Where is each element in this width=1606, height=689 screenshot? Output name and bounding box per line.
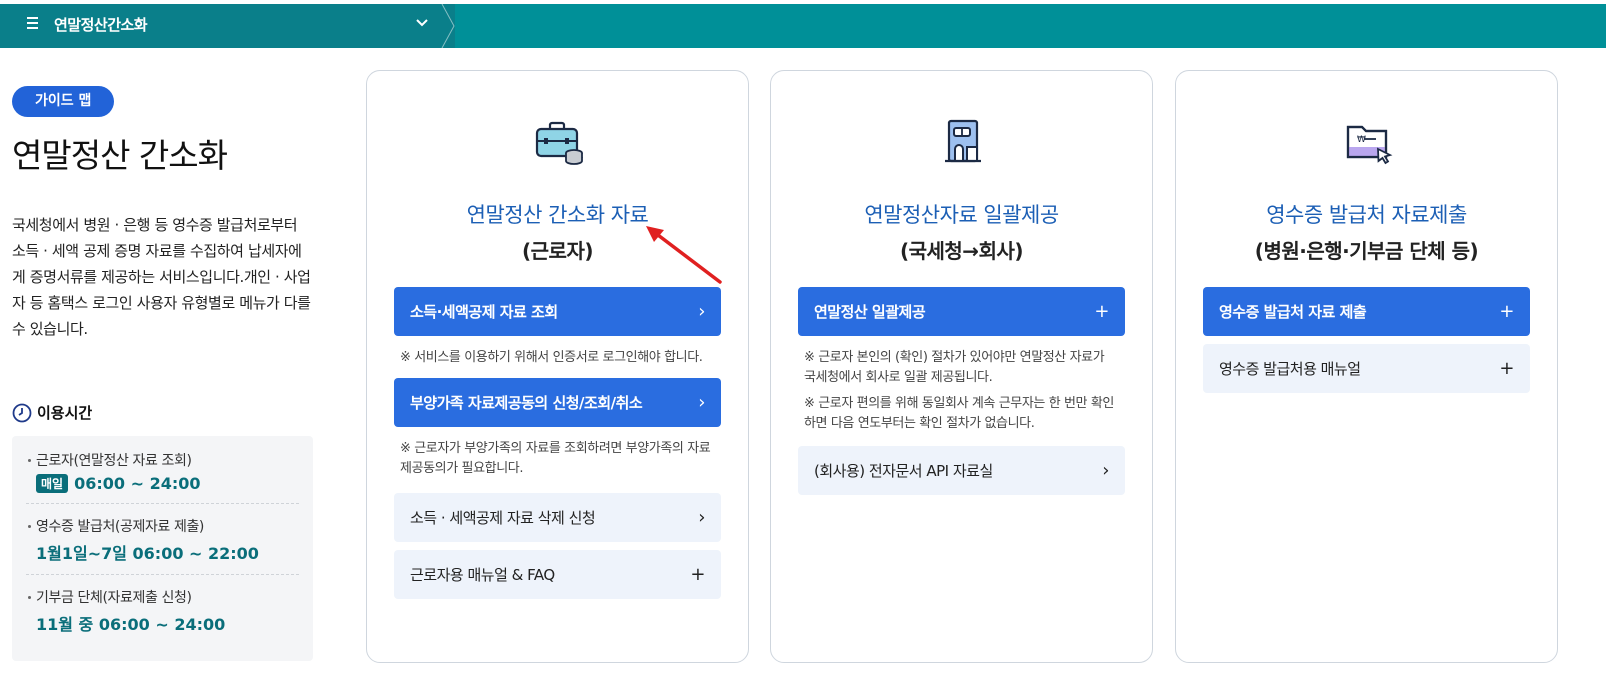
dependent-consent-button[interactable]: 부양가족 자료제공동의 신청/조회/취소 › — [394, 378, 721, 427]
employee-manual-faq-button[interactable]: 근로자용 매뉴얼 & FAQ + — [394, 550, 721, 599]
usage-item: 영수증 발급처(공제자료 제출) 1월1일~7일 06:00 ~ 22:00 — [26, 516, 299, 575]
data-deletion-request-button[interactable]: 소득 · 세액공제 자료 삭제 신청 › — [394, 493, 721, 542]
button-label: 영수증 발급처용 매뉴얼 — [1219, 360, 1361, 378]
button-label: 소득 · 세액공제 자료 삭제 신청 — [410, 509, 596, 527]
continuous-employee-notice: ※ 근로자 편의를 위해 동일회사 계속 근무자는 한 번만 확인하면 다음 연… — [804, 396, 1114, 431]
chevron-right-icon: › — [698, 391, 705, 413]
usage-time-box: 근로자(연말정산 자료 조회) 매일 06:00 ~ 24:00 영수증 발급처… — [12, 436, 313, 661]
page-title: 연말정산 간소화 — [12, 136, 228, 175]
usage-item-label: 기부금 단체(자료제출 신청) — [36, 590, 192, 606]
usage-time-label: 이용시간 — [37, 404, 93, 422]
confirmation-notice: ※ 근로자 본인의 (확인) 절차가 있어야만 연말정산 자료가 국세청에서 회… — [804, 350, 1105, 385]
breadcrumb-separator — [438, 4, 455, 48]
button-label: 소득·세액공제 자료 조회 — [410, 303, 558, 321]
guide-panel: 가이드 맵 연말정산 간소화 국세청에서 병원 · 은행 등 영수증 발급처로부… — [12, 86, 322, 661]
usage-item-time: 1월1일~7일 06:00 ~ 22:00 — [36, 540, 299, 564]
usage-item-time: 매일 06:00 ~ 24:00 — [36, 474, 299, 493]
breadcrumb-title[interactable]: 연말정산간소화 — [54, 14, 148, 35]
folder-cursor-icon: ₩ — [1346, 125, 1392, 165]
api-library-button[interactable]: (회사용) 전자문서 API 자료실 › — [798, 446, 1125, 495]
hamburger-menu-icon[interactable] — [27, 17, 38, 29]
chevron-right-icon: › — [1102, 459, 1109, 481]
briefcase-coins-icon — [535, 121, 583, 165]
card-bulk-provision: 연말정산자료 일괄제공 (국세청→회사) 연말정산 일괄제공 + ※ 근로자 본… — [770, 70, 1153, 663]
service-description: 국세청에서 병원 · 은행 등 영수증 발급처로부터 소득 · 세액 공제 증명… — [12, 216, 311, 338]
guide-map-badge: 가이드 맵 — [12, 86, 115, 117]
chevron-right-icon: › — [698, 300, 705, 322]
plus-icon: + — [1499, 357, 1514, 379]
usage-time-heading: 이용시간 — [12, 402, 92, 423]
plus-icon: + — [1094, 300, 1109, 322]
building-icon — [944, 119, 981, 163]
usage-item-label: 근로자(연말정산 자료 조회) — [36, 453, 192, 469]
card-employee-data: 연말정산 간소화 자료 (근로자) 소득·세액공제 자료 조회 › ※ 서비스를… — [366, 70, 749, 663]
login-notice: ※ 서비스를 이용하기 위해서 인증서로 로그인해야 합니다. — [400, 350, 703, 365]
card-title: 영수증 발급처 자료제출 — [1266, 203, 1467, 227]
usage-item: 기부금 단체(자료제출 신청) 11월 중 06:00 ~ 24:00 — [26, 587, 299, 645]
button-label: 근로자용 매뉴얼 & FAQ — [410, 566, 555, 584]
card-receipt-issuer: ₩ 영수증 발급처 자료제출 (병원·은행·기부금 단체 등) 영수증 발급처 … — [1175, 70, 1558, 663]
bulk-provision-button[interactable]: 연말정산 일괄제공 + — [798, 287, 1125, 336]
top-navigation-bar: 연말정산간소화 — [0, 0, 1606, 48]
svg-text:₩: ₩ — [1357, 135, 1366, 145]
issuer-manual-button[interactable]: 영수증 발급처용 매뉴얼 + — [1203, 344, 1530, 393]
dependent-notice: ※ 근로자가 부양가족의 자료를 조회하려면 부양가족의 자료 제공동의가 필요… — [400, 441, 711, 476]
deduction-data-lookup-button[interactable]: 소득·세액공제 자료 조회 › — [394, 287, 721, 336]
usage-item: 근로자(연말정산 자료 조회) 매일 06:00 ~ 24:00 — [26, 450, 299, 504]
annotation-arrow — [646, 226, 722, 284]
usage-item-time: 11월 중 06:00 ~ 24:00 — [36, 611, 299, 635]
plus-icon: + — [1499, 300, 1514, 322]
card-subtitle: (병원·은행·기부금 단체 등) — [1254, 239, 1479, 263]
usage-item-label: 영수증 발급처(공제자료 제출) — [36, 519, 204, 535]
plus-icon: + — [690, 563, 705, 585]
button-label: 부양가족 자료제공동의 신청/조회/취소 — [410, 394, 643, 412]
chevron-down-icon[interactable] — [415, 16, 429, 30]
usage-time-value: 06:00 ~ 24:00 — [74, 474, 201, 493]
card-subtitle: (국세청→회사) — [899, 239, 1024, 263]
usage-time-value: 11월 중 06:00 ~ 24:00 — [36, 615, 226, 634]
receipt-data-submit-button[interactable]: 영수증 발급처 자료 제출 + — [1203, 287, 1530, 336]
button-label: 연말정산 일괄제공 — [814, 303, 926, 321]
chevron-right-icon: › — [698, 506, 705, 528]
button-label: (회사용) 전자문서 API 자료실 — [814, 462, 993, 480]
usage-time-value: 1월1일~7일 06:00 ~ 22:00 — [36, 544, 259, 563]
button-label: 영수증 발급처 자료 제출 — [1219, 303, 1367, 321]
card-title: 연말정산자료 일괄제공 — [864, 203, 1059, 227]
clock-icon — [12, 403, 32, 422]
daily-tag: 매일 — [36, 474, 69, 493]
